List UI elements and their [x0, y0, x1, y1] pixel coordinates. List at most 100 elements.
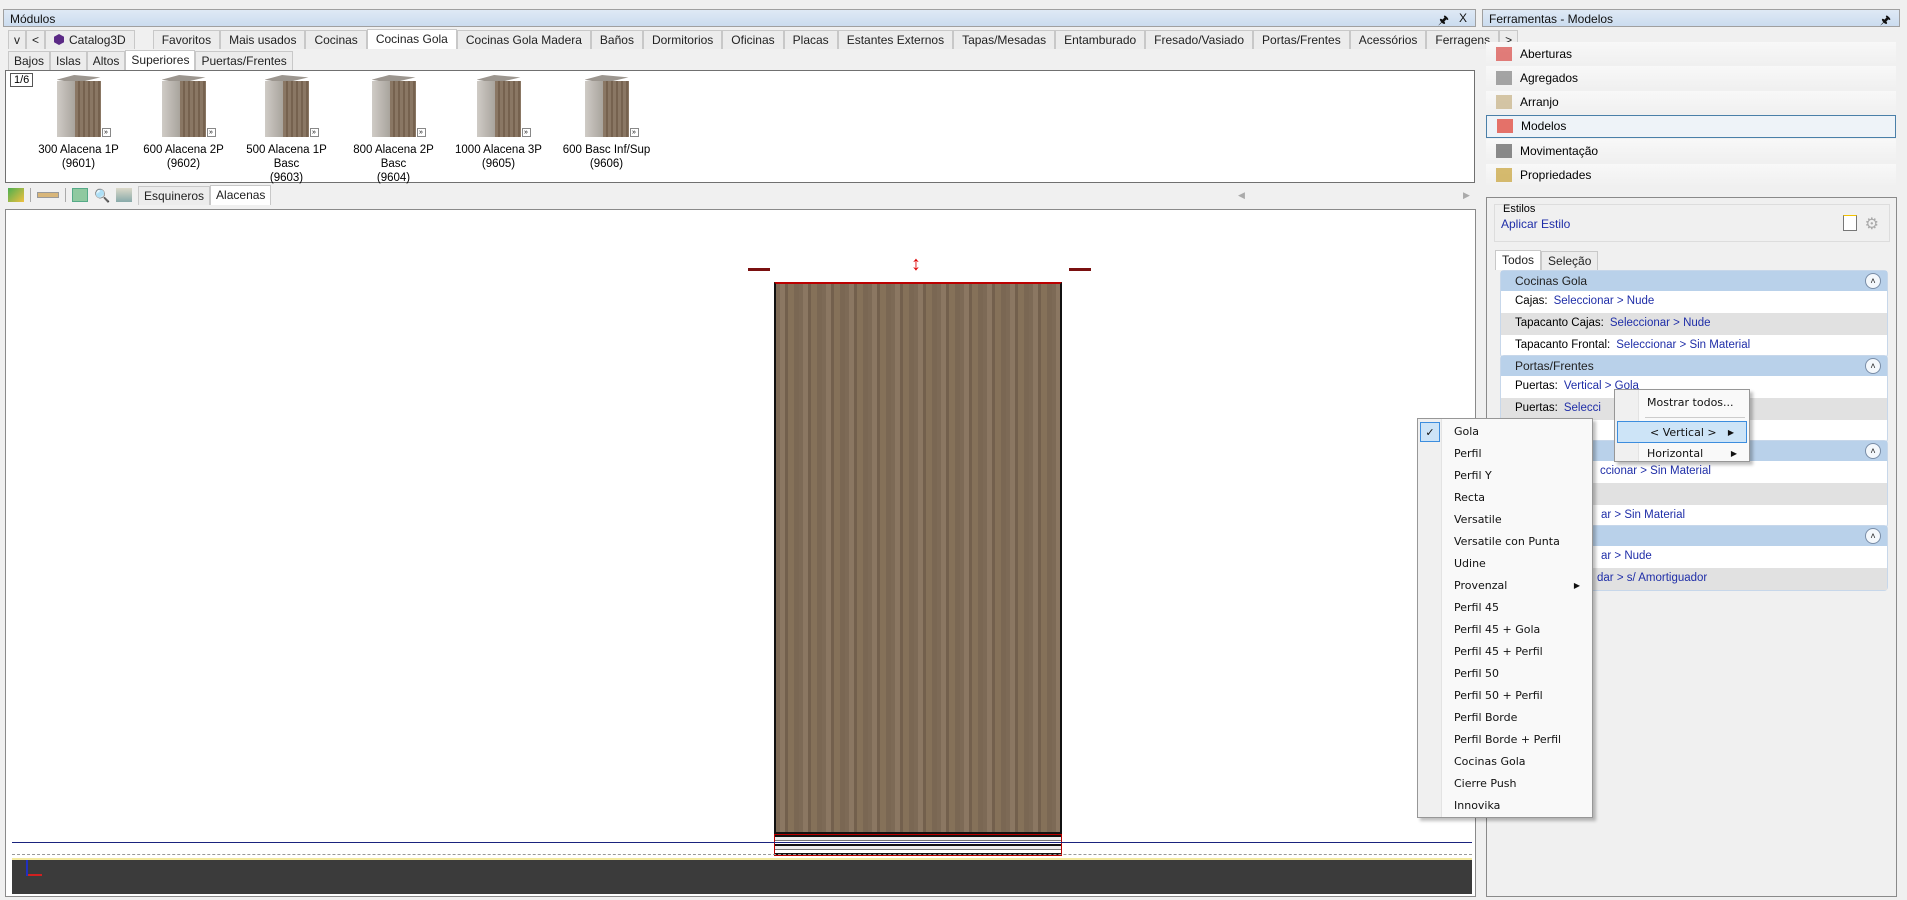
style-tab-1[interactable]: Seleção	[1541, 251, 1599, 270]
module-item[interactable]: » 600 Basc Inf/Sup (9606)	[554, 75, 659, 171]
property-value[interactable]: ar > Nude	[1601, 550, 1652, 562]
module-item[interactable]: » 600 Alacena 2P (9602)	[131, 75, 236, 171]
vertical-resize-arrow-icon[interactable]: ↕	[911, 254, 921, 274]
tool-item-agregados[interactable]: Agregados	[1486, 66, 1896, 90]
tab-cocinas[interactable]: Cocinas	[305, 30, 367, 49]
submenu-item-perfil-45[interactable]: Perfil 45	[1418, 597, 1592, 619]
subtab-islas[interactable]: Islas	[50, 51, 87, 70]
subtab-bajos[interactable]: Bajos	[8, 51, 51, 70]
property-value[interactable]: ar > Sin Material	[1601, 509, 1685, 521]
property-row[interactable]: Tapacanto Frontal: Seleccionar > Sin Mate…	[1501, 335, 1887, 357]
submenu-item-udine[interactable]: Udine	[1418, 553, 1592, 575]
expand-icon[interactable]: »	[206, 128, 216, 137]
tab-ba-os[interactable]: Baños	[590, 30, 643, 49]
submenu-item-perfil-50-perfil[interactable]: Perfil 50 + Perfil	[1418, 685, 1592, 707]
subtab-superiores[interactable]: Superiores	[125, 50, 196, 70]
tab-fresado-vasiado[interactable]: Fresado/Vasiado	[1145, 30, 1254, 49]
submenu-item-recta[interactable]: Recta	[1418, 487, 1592, 509]
tab-cocinas-gola-madera[interactable]: Cocinas Gola Madera	[456, 30, 591, 49]
context-menu-item[interactable]: Horizontal ▶	[1615, 443, 1749, 465]
close-icon[interactable]: X	[1459, 11, 1467, 25]
property-value[interactable]: dar > s/ Amortiguador	[1597, 572, 1707, 584]
module-item[interactable]: » 1000 Alacena 3P (9605)	[446, 75, 551, 171]
tab-oficinas[interactable]: Oficinas	[722, 30, 784, 49]
submenu-item-perfil-y[interactable]: Perfil Y	[1418, 465, 1592, 487]
collapse-icon[interactable]: ˄	[1865, 528, 1881, 544]
submenu-item-perfil-borde[interactable]: Perfil Borde	[1418, 707, 1592, 729]
group-header[interactable]: Portas/Frentes ˄	[1501, 356, 1887, 376]
submenu-item-cocinas-gola[interactable]: Cocinas Gola	[1418, 751, 1592, 773]
property-value[interactable]: Seleccionar > Nude	[1610, 317, 1711, 329]
property-row[interactable]: Tapacanto Cajas: Seleccionar > Nude	[1501, 313, 1887, 335]
collapse-icon[interactable]: ˄	[1865, 358, 1881, 374]
tab-alacenas[interactable]: Alacenas	[210, 185, 272, 205]
context-menu-item[interactable]: Mostrar todos...	[1615, 392, 1749, 414]
tab-mais-usados[interactable]: Mais usados	[220, 30, 306, 49]
submenu-item-versatile-con-punta[interactable]: Versatile con Punta	[1418, 531, 1592, 553]
tab-estantes-externos[interactable]: Estantes Externos	[837, 30, 954, 49]
tab-catalog3d[interactable]: Catalog3D	[45, 30, 135, 49]
material-dropdown-icon[interactable]	[37, 192, 59, 198]
property-value[interactable]: Seleccionar > Nude	[1554, 295, 1655, 307]
context-menu-item[interactable]: < Vertical > ▶	[1617, 421, 1747, 443]
submenu-item-perfil-50[interactable]: Perfil 50	[1418, 663, 1592, 685]
expand-icon[interactable]: »	[101, 128, 111, 137]
submenu-item-versatile[interactable]: Versatile	[1418, 509, 1592, 531]
tab-cocinas-gola[interactable]: Cocinas Gola	[366, 29, 457, 49]
property-value[interactable]: Seleccionar > Sin Material	[1616, 339, 1750, 351]
tool-item-modelos[interactable]: Modelos	[1486, 114, 1896, 138]
submenu-item-perfil[interactable]: Perfil	[1418, 443, 1592, 465]
export-icon[interactable]	[72, 188, 88, 202]
tool-item-propriedades[interactable]: Propriedades	[1486, 163, 1896, 187]
submenu-item-perfil-borde-perfil[interactable]: Perfil Borde + Perfil	[1418, 729, 1592, 751]
tab-acess-rios[interactable]: Acessórios	[1349, 30, 1427, 49]
import-icon[interactable]	[8, 188, 24, 202]
module-item[interactable]: » 800 Alacena 2P Basc (9604)	[341, 75, 446, 185]
module-item[interactable]: » 300 Alacena 1P (9601)	[26, 75, 131, 171]
style-tab-0[interactable]: Todos	[1495, 250, 1542, 270]
resize-handle-right[interactable]	[1069, 268, 1091, 271]
expand-icon[interactable]: »	[416, 128, 426, 137]
resize-handle-left[interactable]	[748, 268, 770, 271]
submenu-item-cierre-push[interactable]: Cierre Push	[1418, 773, 1592, 795]
tab-dormitorios[interactable]: Dormitorios	[642, 30, 723, 49]
tab-tapas-mesadas[interactable]: Tapas/Mesadas	[953, 30, 1056, 49]
submenu-item-gola[interactable]: ✓ Gola	[1418, 421, 1592, 443]
tab-entamburado[interactable]: Entamburado	[1055, 30, 1146, 49]
expand-icon[interactable]: »	[309, 128, 319, 137]
scroll-right-icon[interactable]: ▶	[1463, 190, 1470, 201]
tab-portas-frentes[interactable]: Portas/Frentes	[1253, 30, 1350, 49]
collapse-icon[interactable]: ˄	[1865, 273, 1881, 289]
tab-placas[interactable]: Placas	[783, 30, 838, 49]
subtab-puertas-frentes[interactable]: Puertas/Frentes	[195, 51, 293, 70]
submenu-item-innovika[interactable]: Innovika	[1418, 795, 1592, 817]
submenu-item-provenzal[interactable]: Provenzal ▶	[1418, 575, 1592, 597]
module-item[interactable]: » 500 Alacena 1P Basc (9603)	[234, 75, 339, 185]
tab-esquineros[interactable]: Esquineros	[138, 186, 211, 205]
collapse-icon[interactable]: ˄	[1865, 443, 1881, 459]
gear-icon[interactable]: ⚙	[1865, 214, 1879, 234]
expand-icon[interactable]: »	[521, 128, 531, 137]
3d-viewport[interactable]: ↕	[5, 209, 1476, 897]
scroll-left-icon[interactable]: ◀	[1238, 190, 1245, 201]
lock-icon[interactable]	[116, 188, 132, 202]
tabs-scroll-left-button[interactable]: <	[26, 30, 46, 49]
binoculars-icon[interactable]: 🔍	[94, 188, 110, 203]
expand-icon[interactable]: »	[629, 128, 639, 137]
tabs-dropdown-button[interactable]: v	[8, 30, 26, 49]
new-style-icon[interactable]	[1843, 215, 1857, 231]
tab-favoritos[interactable]: Favoritos	[152, 30, 221, 49]
submenu-item-perfil-45-perfil[interactable]: Perfil 45 + Perfil	[1418, 641, 1592, 663]
property-value[interactable]: ccionar > Sin Material	[1600, 465, 1711, 477]
subtab-altos[interactable]: Altos	[86, 51, 126, 70]
tool-item-arranjo[interactable]: Arranjo	[1486, 90, 1896, 114]
pin-icon[interactable]: 🖈	[1880, 11, 1891, 32]
property-row[interactable]: Cajas: Seleccionar > Nude	[1501, 291, 1887, 313]
tool-item-aberturas[interactable]: Aberturas	[1486, 42, 1896, 65]
cabinet-door[interactable]	[774, 282, 1062, 834]
tool-item-movimentação[interactable]: Movimentação	[1486, 139, 1896, 163]
apply-style-link[interactable]: Aplicar Estilo	[1501, 217, 1570, 231]
submenu-item-perfil-45-gola[interactable]: Perfil 45 + Gola	[1418, 619, 1592, 641]
property-value[interactable]: Selecci	[1564, 402, 1601, 414]
group-header[interactable]: Cocinas Gola ˄	[1501, 271, 1887, 291]
